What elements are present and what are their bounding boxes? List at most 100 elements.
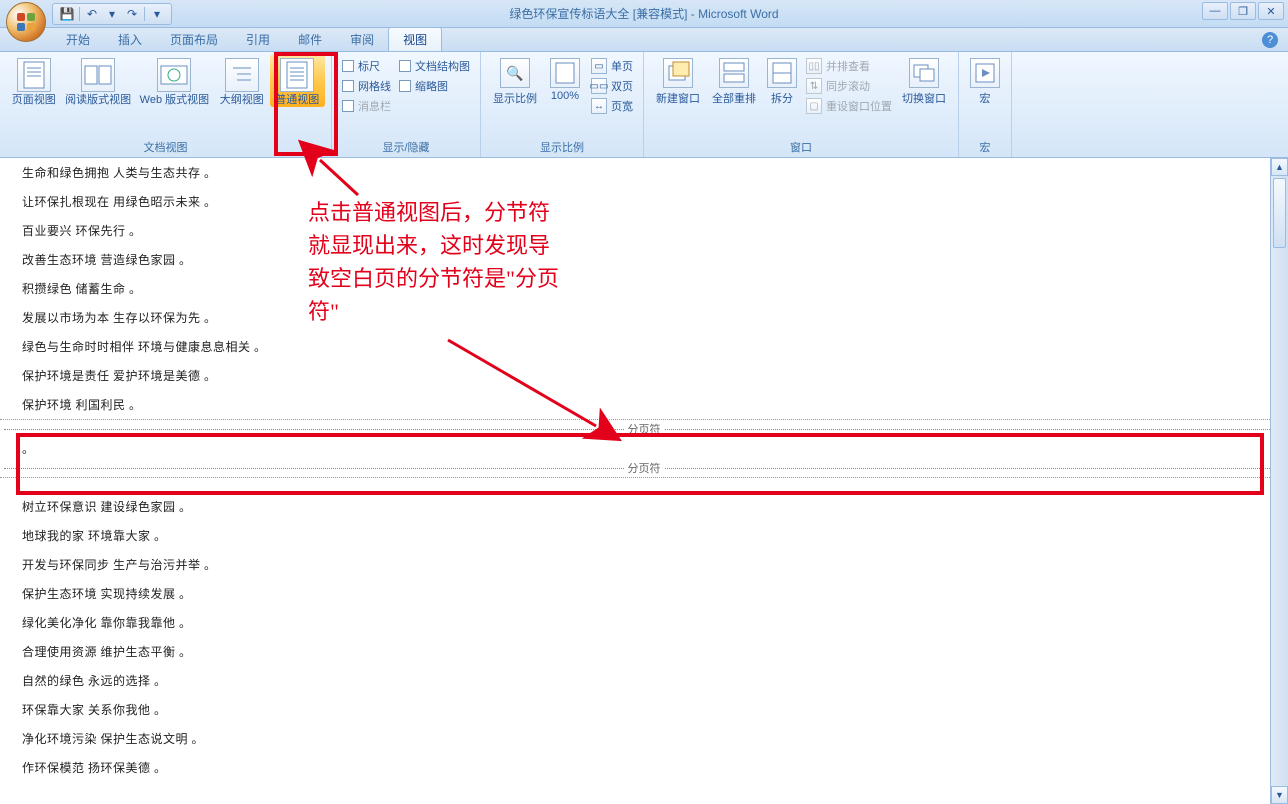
document-line: 绿色与生命时时相伴 环境与健康息息相关 。 [0,332,1288,361]
group-label-zoom: 显示比例 [487,137,637,157]
tab-layout[interactable]: 页面布局 [156,28,232,51]
page-layout-view-icon [17,58,51,92]
scroll-thumb[interactable] [1273,178,1286,248]
document-line: 积攒绿色 储蓄生命 。 [0,274,1288,303]
document-line: 保护环境是责任 爱护环境是美德 。 [0,361,1288,390]
page-width-icon: ↔ [591,98,607,114]
document-line: 绿化美化净化 靠你靠我靠他 。 [0,608,1288,637]
title-bar: 💾 ↶ ▾ ↷ ▾ 绿色环保宣传标语大全 [兼容模式] - Microsoft … [0,0,1288,28]
redo-icon[interactable]: ↷ [124,6,140,22]
office-button[interactable] [6,2,46,42]
sync-scroll-button[interactable]: ⇅同步滚动 [806,76,892,96]
document-line: 生命和绿色拥抱 人类与生态共存 。 [0,158,1288,187]
vertical-scrollbar[interactable]: ▲ ▼ [1270,158,1288,804]
tab-home[interactable]: 开始 [52,28,104,51]
document-line: 改善生态环境 营造绿色家园 。 [0,245,1288,274]
split-icon [767,58,797,88]
help-icon[interactable]: ? [1262,32,1278,48]
ribbon: 页面视图 阅读版式视图 Web 版式视图 大纲视图 [0,52,1288,158]
new-window-button[interactable]: 新建窗口 [650,54,706,106]
group-macros: 宏 宏 [959,52,1012,157]
scroll-down-button[interactable]: ▼ [1271,786,1288,804]
side-by-side-button[interactable]: ▯▯并排查看 [806,56,892,76]
qat-customize-icon[interactable]: ▾ [149,6,165,22]
scroll-up-button[interactable]: ▲ [1271,158,1288,176]
document-line: 树立环保意识 建设绿色家园 。 [0,492,1288,521]
zoom-button[interactable]: 🔍 显示比例 [487,54,543,106]
message-bar-checkbox[interactable]: 消息栏 [342,96,391,116]
split-button[interactable]: 拆分 [762,54,802,106]
zoom-100-icon [550,58,580,88]
zoom-icon: 🔍 [500,58,530,88]
group-document-views: 页面视图 阅读版式视图 Web 版式视图 大纲视图 [0,52,332,157]
tab-references[interactable]: 引用 [232,28,284,51]
page-layout-view-button[interactable]: 页面视图 [6,54,61,107]
ribbon-tabs: 开始 插入 页面布局 引用 邮件 审阅 视图 ? [0,28,1288,52]
outline-view-icon [225,58,259,92]
page-width-button[interactable]: ↔页宽 [591,96,633,116]
reset-window-pos-button[interactable]: ▢重设窗口位置 [806,96,892,116]
side-by-side-icon: ▯▯ [806,58,822,74]
document-line: 保护生态环境 实现持续发展 。 [0,579,1288,608]
sync-scroll-icon: ⇅ [806,78,822,94]
document-line: 让环保扎根现在 用绿色昭示未来 。 [0,187,1288,216]
switch-window-button[interactable]: 切换窗口 [896,54,952,106]
one-page-button[interactable]: ▭单页 [591,56,633,76]
page-break-indicator: 分页符 [0,459,1288,477]
group-label-views: 文档视图 [6,137,325,157]
reading-layout-view-button[interactable]: 阅读版式视图 [61,54,134,107]
two-pages-button[interactable]: ▭▭双页 [591,76,633,96]
group-label-macros: 宏 [965,137,1005,157]
office-logo-icon [17,13,35,31]
close-button[interactable]: ✕ [1258,2,1284,20]
one-page-icon: ▭ [591,58,607,74]
web-layout-view-button[interactable]: Web 版式视图 [135,54,214,107]
document-line: 作环保模范 扬环保美德 。 [0,753,1288,782]
tab-view[interactable]: 视图 [388,27,442,51]
document-map-checkbox[interactable]: 文档结构图 [399,56,470,76]
document-line: 百业要兴 环保先行 。 [0,216,1288,245]
outline-view-button[interactable]: 大纲视图 [214,54,269,107]
maximize-button[interactable]: ❐ [1230,2,1256,20]
arrange-all-button[interactable]: 全部重排 [706,54,762,106]
thumbnails-checkbox[interactable]: 缩略图 [399,76,470,96]
arrange-all-icon [719,58,749,88]
save-icon[interactable]: 💾 [59,6,75,22]
reset-pos-icon: ▢ [806,98,822,114]
ruler-checkbox[interactable]: 标尺 [342,56,391,76]
minimize-button[interactable]: — [1202,2,1228,20]
normal-view-button[interactable]: 普通视图 [270,54,325,107]
document-line: 环保靠大家 关系你我他 。 [0,695,1288,724]
annotation-text: 点击普通视图后，分节符就显现出来，这时发现导致空白页的分节符是"分页符" [308,196,568,328]
dropdown-icon[interactable]: ▾ [104,6,120,22]
web-layout-icon [157,58,191,92]
zoom-100-button[interactable]: 100% [543,54,587,102]
undo-icon[interactable]: ↶ [84,6,100,22]
window-controls: — ❐ ✕ [1202,2,1284,20]
tab-insert[interactable]: 插入 [104,28,156,51]
two-pages-icon: ▭▭ [591,78,607,94]
group-label-show: 显示/隐藏 [338,137,474,157]
macros-icon [970,58,1000,88]
document-line: 开发与环保同步 生产与治污并举 。 [0,550,1288,579]
new-window-icon [663,58,693,88]
macros-button[interactable]: 宏 [965,54,1005,106]
group-show-hide: 标尺 网格线 消息栏 文档结构图 缩略图 显示/隐藏 [332,52,481,157]
document-line: 自然的绿色 永远的选择 。 [0,666,1288,695]
document-line: 合理使用资源 维护生态平衡 。 [0,637,1288,666]
window-title: 绿色环保宣传标语大全 [兼容模式] - Microsoft Word [509,5,778,22]
quick-access-toolbar: 💾 ↶ ▾ ↷ ▾ [52,3,172,25]
document-line: 地球我的家 环境靠大家 。 [0,521,1288,550]
document-line: 净化环境污染 保护生态说文明 。 [0,724,1288,753]
document-line: 。 [0,438,1288,459]
page-break-indicator: 分页符 [0,420,1288,438]
tab-mail[interactable]: 邮件 [284,28,336,51]
document-line: 发展以市场为本 生存以环保为先 。 [0,303,1288,332]
tab-review[interactable]: 审阅 [336,28,388,51]
gridlines-checkbox[interactable]: 网格线 [342,76,391,96]
switch-window-icon [909,58,939,88]
group-window: 新建窗口 全部重排 拆分 ▯▯并排查看 ⇅同步滚动 ▢重设窗口位置 [644,52,959,157]
group-label-window: 窗口 [650,137,952,157]
document-area: 生命和绿色拥抱 人类与生态共存 。让环保扎根现在 用绿色昭示未来 。百业要兴 环… [0,158,1288,804]
normal-view-icon [280,58,314,92]
